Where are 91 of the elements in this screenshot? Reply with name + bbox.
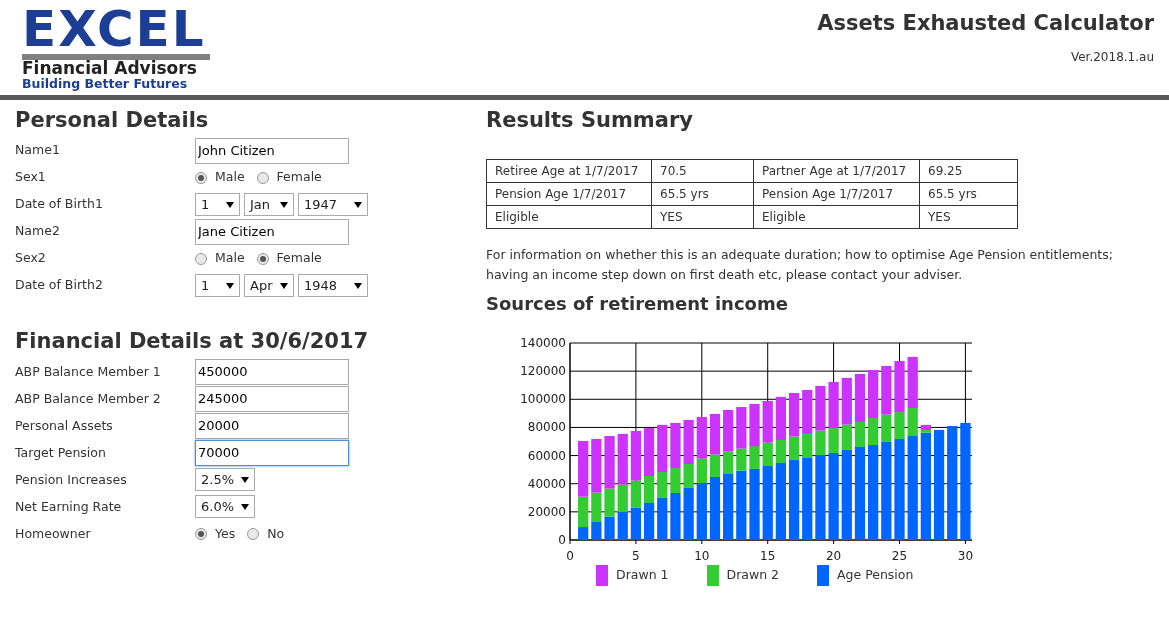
table-cell: 65.5 yrs [919, 182, 1018, 206]
dropdown-arrow-icon [226, 282, 234, 289]
dropdown-select[interactable]: Apr [244, 274, 294, 298]
text-field[interactable]: 20000 [195, 412, 349, 439]
table-cell: 69.25 [919, 159, 1018, 183]
field-label: Name2 [15, 222, 61, 241]
field-label: Date of Birth2 [15, 276, 104, 295]
text-field[interactable]: Jane Citizen [195, 218, 349, 245]
axis-tick-label: 20000 [527, 504, 566, 519]
dropdown-select[interactable]: 1 [195, 274, 240, 298]
logo-tagline: Financial Advisors [22, 60, 197, 77]
table-cell: Eligible [486, 205, 652, 229]
info-paragraph: For information on whether this is an adequate duration; how to optimise Age Pension entitlements; having an income step down on first death etc, please contact your adviser. [486, 246, 1114, 285]
field-label: Personal Assets [15, 416, 114, 435]
radio-label: No [267, 524, 285, 543]
axis-tick-label: 100000 [520, 392, 566, 407]
axis-tick-label: 20 [825, 548, 842, 563]
field-label: Homeowner [15, 524, 92, 543]
text-field[interactable]: John Citizen [195, 137, 349, 164]
axis-tick-label: 140000 [520, 335, 566, 350]
legend-label: Drawn 2 [726, 565, 779, 584]
axis-tick-label: 10 [694, 548, 710, 563]
axis-tick-label: 30 [957, 548, 974, 563]
axis-tick-label: 0 [558, 532, 566, 547]
dropdown-arrow-icon [280, 201, 288, 208]
dropdown-select[interactable]: 1947 [298, 193, 368, 217]
radio-label: Male [215, 249, 245, 268]
dropdown-select[interactable]: 2.5% [195, 468, 255, 492]
field-label: ABP Balance Member 1 [15, 362, 162, 381]
radio-button[interactable] [195, 252, 207, 265]
axis-tick-label: 60000 [527, 448, 566, 463]
logo-wordmark: EXCEL [22, 4, 210, 60]
dropdown-arrow-icon [241, 503, 249, 510]
field-label: Name1 [15, 141, 61, 160]
text-field[interactable]: 245000 [195, 385, 349, 412]
radio-label: Yes [215, 524, 236, 543]
dropdown-select[interactable]: Jan [244, 193, 294, 217]
axis-tick-label: 0 [566, 548, 574, 563]
field-label: Date of Birth1 [15, 195, 104, 214]
legend-label: Drawn 1 [616, 565, 669, 584]
bar-segment [643, 502, 655, 540]
table-cell: Partner Age at 1/7/2017 [753, 159, 920, 183]
axis-tick-label: 40000 [527, 476, 566, 491]
version-label: Ver.2018.1.au [1069, 48, 1154, 66]
legend-label: Age Pension [837, 565, 914, 584]
table-cell: Eligible [753, 205, 920, 229]
field-label: ABP Balance Member 2 [15, 389, 162, 408]
radio-button[interactable] [256, 252, 269, 265]
field-label: Net Earning Rate [15, 497, 123, 516]
text-field[interactable]: 70000 [195, 439, 349, 466]
dropdown-select[interactable]: 1 [195, 193, 240, 217]
field-label: Pension Increases [15, 470, 128, 489]
field-label: Target Pension [15, 443, 107, 462]
radio-button[interactable] [247, 527, 260, 540]
radio-button[interactable] [195, 171, 207, 184]
field-label: Sex2 [15, 249, 47, 268]
logo-slogan: Building Better Futures [22, 77, 188, 90]
field-label: Sex1 [15, 168, 47, 187]
axis-tick-label: 5 [632, 548, 640, 563]
section-heading: Personal Details [15, 108, 210, 134]
dropdown-arrow-icon [226, 201, 234, 208]
table-cell: Pension Age 1/7/2017 [486, 182, 652, 206]
axis-tick-label: 25 [891, 548, 908, 563]
dropdown-arrow-icon [241, 476, 249, 483]
dropdown-arrow-icon [354, 282, 362, 289]
text-field[interactable]: 450000 [195, 358, 349, 385]
table-cell: 70.5 [651, 159, 754, 183]
axis-tick-label: 80000 [527, 420, 566, 435]
table-cell: Pension Age 1/7/2017 [753, 182, 920, 206]
dropdown-arrow-icon [354, 201, 362, 208]
table-cell: YES [651, 205, 754, 229]
table-cell: 65.5 yrs [651, 182, 754, 206]
radio-label: Female [276, 168, 322, 187]
axis-tick-label: 15 [760, 548, 776, 563]
chart-title: Sources of retirement income [486, 293, 789, 315]
radio-label: Male [215, 168, 245, 187]
section-heading: Financial Details at 30/6/2017 [15, 329, 370, 355]
table-cell: YES [919, 205, 1018, 229]
radio-button[interactable] [195, 527, 207, 540]
section-heading: Results Summary [486, 108, 694, 134]
bar-segment [604, 516, 615, 540]
bar-segment [630, 507, 642, 540]
dropdown-select[interactable]: 6.0% [195, 495, 255, 519]
bar-segment [617, 511, 628, 540]
table-cell: Retiree Age at 1/7/2017 [486, 159, 652, 183]
dropdown-arrow-icon [280, 282, 288, 289]
dropdown-select[interactable]: 1948 [298, 274, 368, 298]
app-title: Assets Exhausted Calculator [817, 10, 1154, 37]
radio-button[interactable] [256, 171, 269, 184]
radio-label: Female [276, 249, 322, 268]
axis-tick-label: 120000 [520, 363, 566, 378]
